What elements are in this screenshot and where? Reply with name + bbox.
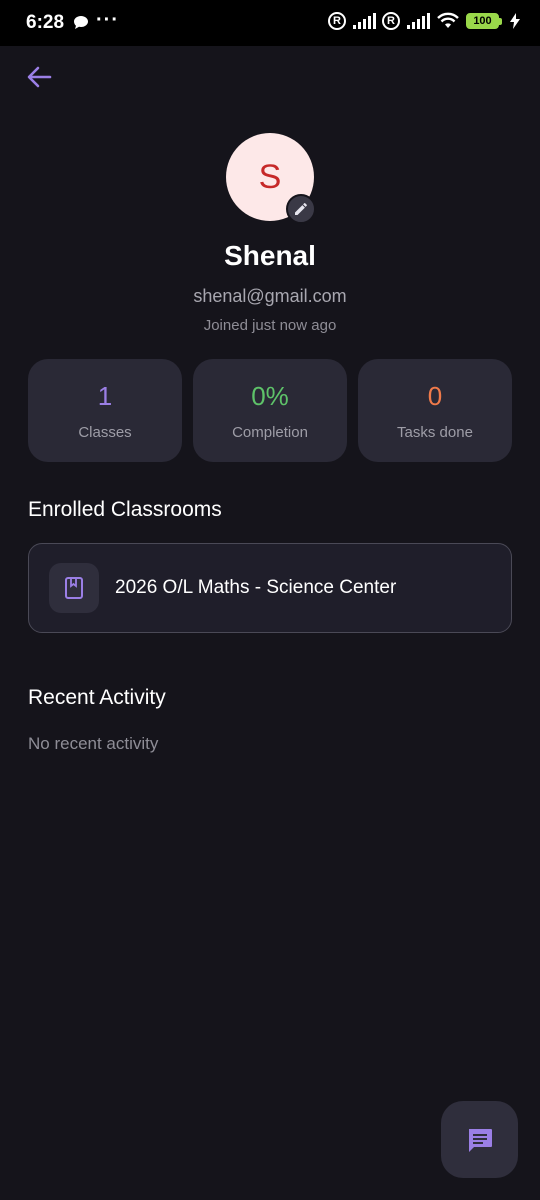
classroom-name: 2026 O/L Maths - Science Center	[115, 577, 397, 598]
stat-label: Tasks done	[397, 423, 473, 441]
status-indicators: R R 100	[328, 12, 520, 30]
classroom-icon-box	[49, 563, 99, 613]
signal-icon	[353, 13, 376, 29]
chat-bubble-icon	[74, 16, 88, 29]
battery-icon: 100	[466, 13, 502, 29]
stat-label: Completion	[232, 423, 308, 441]
battery-level: 100	[466, 13, 499, 29]
empty-activity-text: No recent activity	[28, 734, 159, 753]
stat-label: Classes	[78, 423, 132, 441]
book-icon	[65, 577, 83, 599]
enrolled-classrooms-title: Enrolled Classrooms	[28, 498, 222, 521]
profile-email: shenal@gmail.com	[193, 286, 347, 306]
chat-icon	[468, 1128, 492, 1152]
status-time: 6:28	[26, 12, 65, 33]
profile-name: Shenal	[224, 240, 316, 271]
back-button[interactable]	[22, 60, 56, 94]
avatar-initial: S	[258, 157, 282, 196]
signal-icon-2	[407, 13, 430, 29]
status-bar: 6:28 ··· R R 100	[0, 0, 540, 46]
edit-avatar-button[interactable]	[286, 194, 316, 224]
registered-icon: R	[328, 12, 346, 30]
profile-joined-date: Joined just now ago	[203, 317, 337, 334]
status-more-dots: ···	[96, 9, 119, 31]
stats-row: 1 Classes 0% Completion 0 Tasks done	[28, 359, 512, 462]
charging-bolt-icon	[510, 13, 520, 29]
wifi-icon	[437, 12, 459, 28]
chat-fab-button[interactable]	[441, 1101, 518, 1178]
stat-card-classes: 1 Classes	[28, 359, 182, 462]
registered-icon-2: R	[382, 12, 400, 30]
arrow-left-icon	[27, 66, 52, 88]
stat-value: 1	[97, 380, 113, 411]
stat-value: 0%	[251, 380, 289, 411]
stat-card-completion: 0% Completion	[193, 359, 347, 462]
pencil-icon	[295, 203, 307, 215]
recent-activity-title: Recent Activity	[28, 686, 166, 709]
stat-card-tasks-done: 0 Tasks done	[358, 359, 512, 462]
classroom-card[interactable]: 2026 O/L Maths - Science Center	[28, 543, 512, 633]
stat-value: 0	[427, 380, 443, 411]
